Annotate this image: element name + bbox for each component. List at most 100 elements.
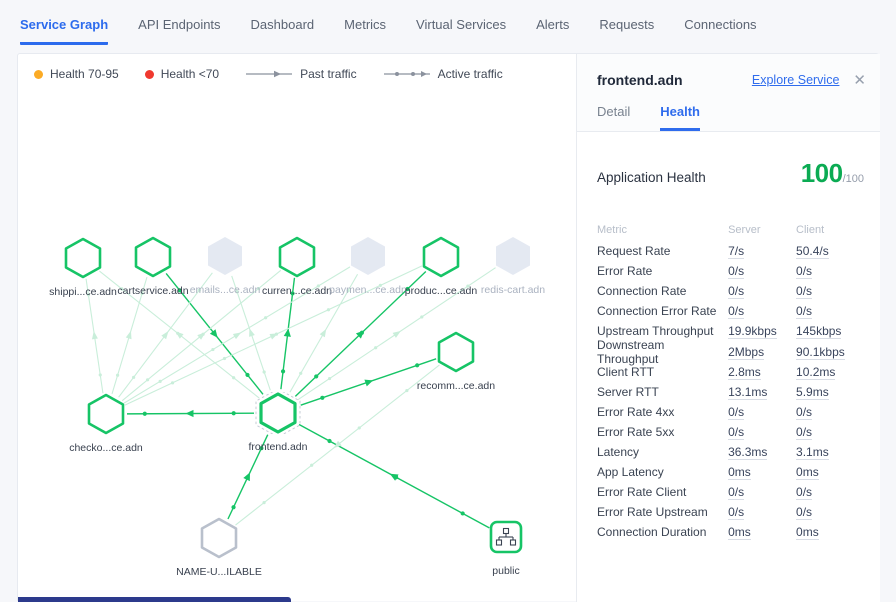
node-label: checko...ce.adn <box>51 442 161 454</box>
metric-name: Error Rate Upstream <box>597 505 728 519</box>
metric-row: Error Rate 5xx0/s0/s <box>597 422 864 442</box>
metric-row: Error Rate Client0/s0/s <box>597 482 864 502</box>
client-value[interactable]: 0/s <box>796 425 812 440</box>
server-value[interactable]: 36.3ms <box>728 445 767 460</box>
graph-horizontal-scrollbar[interactable] <box>18 597 291 602</box>
metric-name: Server RTT <box>597 385 728 399</box>
panel-tab-health[interactable]: Health <box>660 104 700 131</box>
metric-row: Request Rate7/s 50.4/s <box>597 241 864 261</box>
server-value[interactable]: 13.1ms <box>728 385 767 400</box>
metric-name: Error Rate 5xx <box>597 425 728 439</box>
server-value[interactable]: 0ms <box>728 525 751 540</box>
service-graph-card: Health 70-95 Health <70 Past traffic Act… <box>17 53 879 601</box>
server-column-header: Server <box>728 224 796 236</box>
service-graph-canvas[interactable]: shippi...ce.adn cartservice.adn emails..… <box>18 54 576 602</box>
nav-tab-virtual-services[interactable]: Virtual Services <box>416 17 506 42</box>
client-column-header: Client <box>796 224 864 236</box>
client-value[interactable]: 145kbps <box>796 324 841 339</box>
panel-body: Application Health 100 /100 Metric Serve… <box>577 132 880 542</box>
node-label: NAME-U...ILABLE <box>164 566 274 578</box>
graph-node-redis[interactable]: redis-cart.adn <box>458 235 568 296</box>
graph-node-checkout[interactable]: checko...ce.adn <box>51 393 161 454</box>
client-value[interactable]: 0ms <box>796 525 819 540</box>
server-value[interactable]: 0/s <box>728 425 744 440</box>
metric-row: Connection Rate0/s0/s <box>597 281 864 301</box>
client-value[interactable]: 0/s <box>796 505 812 520</box>
metric-row: Connection Duration0ms0ms <box>597 522 864 542</box>
server-value[interactable]: 19.9kbps <box>728 324 777 339</box>
service-detail-panel: frontend.adn Explore Service ✕ Detail Hea… <box>576 54 880 602</box>
graph-node-nameunavail[interactable]: NAME-U...ILABLE <box>164 517 274 578</box>
server-value[interactable]: 7/s <box>728 244 744 259</box>
client-value[interactable]: 0/s <box>796 284 812 299</box>
metric-name: Error Rate <box>597 264 728 278</box>
metrics-table-header: Metric Server Client <box>597 219 864 241</box>
graph-node-public[interactable]: public <box>451 516 561 577</box>
server-value[interactable]: 0/s <box>728 304 744 319</box>
close-icon[interactable]: ✕ <box>853 73 866 88</box>
client-value[interactable]: 0/s <box>796 405 812 420</box>
hexagon-node-icon <box>223 392 333 434</box>
metric-row: Server RTT13.1ms 5.9ms <box>597 382 864 402</box>
graph-node-recomm[interactable]: recomm...ce.adn <box>401 331 511 392</box>
metric-row: Latency36.3ms 3.1ms <box>597 442 864 462</box>
client-value[interactable]: 0/s <box>796 264 812 279</box>
client-value[interactable]: 5.9ms <box>796 385 829 400</box>
hexagon-node-icon <box>401 331 511 373</box>
metric-name: Client RTT <box>597 365 728 379</box>
metric-name: Error Rate 4xx <box>597 405 728 419</box>
metric-row: Connection Error Rate0/s0/s <box>597 301 864 321</box>
metric-row: Client RTT2.8ms 10.2ms <box>597 362 864 382</box>
server-value[interactable]: 0/s <box>728 284 744 299</box>
client-value[interactable]: 10.2ms <box>796 365 835 380</box>
node-label: redis-cart.adn <box>458 284 568 296</box>
metric-name: Latency <box>597 445 728 459</box>
nav-tab-dashboard[interactable]: Dashboard <box>251 17 315 42</box>
metric-name: Connection Error Rate <box>597 304 728 318</box>
panel-tab-detail[interactable]: Detail <box>597 104 630 131</box>
client-value[interactable]: 90.1kbps <box>796 345 845 360</box>
server-value[interactable]: 0/s <box>728 405 744 420</box>
health-score-denominator: /100 <box>843 173 864 185</box>
metric-row: Error Rate 4xx0/s0/s <box>597 402 864 422</box>
metric-name: Upstream Throughput <box>597 324 728 338</box>
nav-tab-metrics[interactable]: Metrics <box>344 17 386 42</box>
graph-node-frontend[interactable]: frontend.adn <box>223 392 333 453</box>
metric-name: Error Rate Client <box>597 485 728 499</box>
metric-name: Connection Duration <box>597 525 728 539</box>
metric-name: App Latency <box>597 465 728 479</box>
health-score-value: 100 <box>801 158 843 189</box>
metrics-table: Metric Server Client Request Rate7/s 50.4… <box>597 219 864 542</box>
top-navigation: Service Graph API Endpoints Dashboard Metri… <box>0 0 896 46</box>
server-value[interactable]: 2Mbps <box>728 345 764 360</box>
client-value[interactable]: 0/s <box>796 485 812 500</box>
node-label: recomm...ce.adn <box>401 380 511 392</box>
panel-title: frontend.adn <box>597 72 752 88</box>
nav-tab-connections[interactable]: Connections <box>684 17 756 42</box>
public-gateway-icon <box>451 516 561 558</box>
server-value[interactable]: 2.8ms <box>728 365 761 380</box>
server-value[interactable]: 0/s <box>728 505 744 520</box>
hexagon-node-icon <box>164 517 274 559</box>
hexagon-node-icon <box>51 393 161 435</box>
client-value[interactable]: 0/s <box>796 304 812 319</box>
application-health-label: Application Health <box>597 170 801 185</box>
metric-row: App Latency0ms0ms <box>597 462 864 482</box>
client-value[interactable]: 3.1ms <box>796 445 829 460</box>
metric-row: Error Rate Upstream0/s0/s <box>597 502 864 522</box>
client-value[interactable]: 0ms <box>796 465 819 480</box>
explore-service-link[interactable]: Explore Service <box>752 73 840 87</box>
metric-column-header: Metric <box>597 224 728 236</box>
nav-tab-api-endpoints[interactable]: API Endpoints <box>138 17 220 42</box>
node-label: public <box>451 565 561 577</box>
metric-name: Connection Rate <box>597 284 728 298</box>
server-value[interactable]: 0/s <box>728 485 744 500</box>
server-value[interactable]: 0ms <box>728 465 751 480</box>
nav-tab-service-graph[interactable]: Service Graph <box>20 17 108 45</box>
server-value[interactable]: 0/s <box>728 264 744 279</box>
nav-tab-requests[interactable]: Requests <box>599 17 654 42</box>
metric-name: Request Rate <box>597 244 728 258</box>
nav-tab-alerts[interactable]: Alerts <box>536 17 569 42</box>
client-value[interactable]: 50.4/s <box>796 244 829 259</box>
inactive-hexagon-node-icon <box>458 235 568 277</box>
